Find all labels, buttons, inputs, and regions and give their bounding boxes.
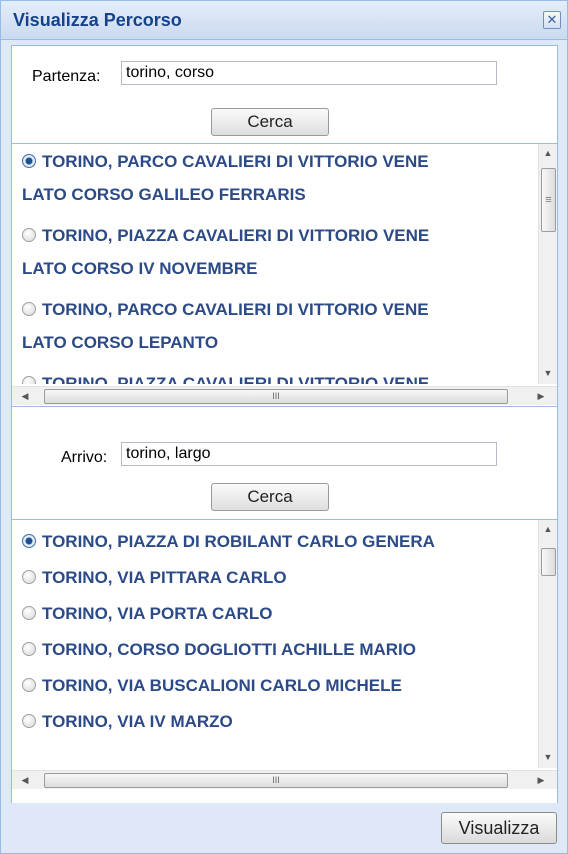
option-text: TORINO, VIA IV MARZO (42, 712, 233, 731)
visualizza-button[interactable]: Visualizza (441, 812, 557, 844)
radio-icon[interactable] (22, 714, 36, 728)
partenza-option[interactable]: TORINO, PIAZZA CAVALIERI DI VITTORIO VEN… (12, 218, 537, 292)
option-text: TORINO, PIAZZA DI ROBILANT CARLO GENERA (42, 532, 435, 551)
arrivo-option[interactable]: TORINO, VIA BUSCALIONI CARLO MICHELE (12, 668, 537, 704)
radio-icon[interactable] (22, 302, 36, 316)
arrivo-label: Arrivo: (61, 449, 108, 466)
form-panel: Partenza: Cerca TORINO, PARCO CAVALIERI … (11, 45, 558, 803)
scroll-right-icon[interactable]: ▶ (532, 771, 550, 789)
option-text: TORINO, VIA PORTA CARLO (42, 604, 273, 623)
scroll-thumb[interactable]: ≡ (541, 168, 556, 232)
arrivo-option[interactable]: TORINO, PIAZZA DI ROBILANT CARLO GENERA (12, 524, 537, 560)
option-text: TORINO, VIA BUSCALIONI CARLO MICHELE (42, 676, 402, 695)
arrivo-option[interactable]: TORINO, VIA PORTA CARLO (12, 596, 537, 632)
scroll-left-icon[interactable]: ◀ (16, 771, 34, 789)
radio-icon[interactable] (22, 570, 36, 584)
arrivo-option[interactable]: TORINO, VIA IV MARZO (12, 704, 537, 740)
partenza-search-button[interactable]: Cerca (211, 108, 329, 136)
arrivo-option[interactable]: TORINO, CORSO DOGLIOTTI ACHILLE MARIO (12, 632, 537, 668)
arrivo-results-list[interactable]: TORINO, PIAZZA DI ROBILANT CARLO GENERA … (12, 519, 557, 803)
partenza-input[interactable] (121, 61, 497, 85)
option-text: TORINO, CORSO DOGLIOTTI ACHILLE MARIO (42, 640, 416, 659)
option-text: TORINO, PARCO CAVALIERI DI VITTORIO VENE (42, 300, 429, 319)
arrivo-search-button[interactable]: Cerca (211, 483, 329, 511)
scroll-down-icon[interactable]: ▼ (539, 748, 557, 766)
radio-icon[interactable] (22, 678, 36, 692)
scroll-thumb[interactable]: III (44, 773, 508, 788)
scroll-right-icon[interactable]: ▶ (532, 387, 550, 405)
arrivo-option[interactable]: TORINO, VIA PITTARA CARLO (12, 560, 537, 596)
radio-icon[interactable] (22, 606, 36, 620)
partenza-label: Partenza: (32, 68, 101, 85)
option-text: TORINO, PIAZZA CAVALIERI DI VITTORIO VEN… (42, 374, 430, 384)
radio-icon[interactable] (22, 376, 36, 384)
option-text: TORINO, VIA PITTARA CARLO (42, 568, 287, 587)
scroll-down-icon[interactable]: ▼ (539, 364, 557, 382)
close-icon[interactable]: ✕ (543, 11, 561, 29)
partenza-option[interactable]: TORINO, PIAZZA CAVALIERI DI VITTORIO VEN… (12, 366, 537, 384)
option-text: TORINO, PARCO CAVALIERI DI VITTORIO VENE (42, 152, 429, 171)
arrivo-vertical-scrollbar[interactable]: ▲ ▼ (538, 520, 557, 768)
scroll-thumb[interactable]: III (44, 389, 508, 404)
radio-selected-icon[interactable] (22, 154, 36, 168)
partenza-results-content: TORINO, PARCO CAVALIERI DI VITTORIO VENE… (12, 144, 537, 384)
radio-icon[interactable] (22, 642, 36, 656)
option-text-line2: LATO CORSO LEPANTO (22, 333, 219, 352)
option-text: TORINO, PIAZZA CAVALIERI DI VITTORIO VEN… (42, 226, 430, 245)
option-text-line2: LATO CORSO GALILEO FERRARIS (22, 185, 306, 204)
radio-selected-icon[interactable] (22, 534, 36, 548)
option-text-line2: LATO CORSO IV NOVEMBRE (22, 259, 258, 278)
scroll-thumb[interactable] (541, 548, 556, 576)
arrivo-horizontal-scrollbar[interactable]: ◀ III ▶ (12, 770, 557, 789)
title-bar[interactable]: Visualizza Percorso ✕ (1, 1, 567, 40)
partenza-option[interactable]: TORINO, PARCO CAVALIERI DI VITTORIO VENE… (12, 144, 537, 218)
partenza-results-list[interactable]: TORINO, PARCO CAVALIERI DI VITTORIO VENE… (12, 143, 557, 407)
arrivo-results-content: TORINO, PIAZZA DI ROBILANT CARLO GENERA … (12, 520, 537, 769)
scroll-up-icon[interactable]: ▲ (539, 520, 557, 538)
scroll-left-icon[interactable]: ◀ (16, 387, 34, 405)
radio-icon[interactable] (22, 228, 36, 242)
partenza-horizontal-scrollbar[interactable]: ◀ III ▶ (12, 386, 557, 405)
scroll-up-icon[interactable]: ▲ (539, 144, 557, 162)
dialog-title: Visualizza Percorso (13, 10, 182, 30)
arrivo-input[interactable] (121, 442, 497, 466)
partenza-option[interactable]: TORINO, PARCO CAVALIERI DI VITTORIO VENE… (12, 292, 537, 366)
partenza-vertical-scrollbar[interactable]: ▲ ≡ ▼ (538, 144, 557, 384)
route-dialog: Visualizza Percorso ✕ Partenza: Cerca TO… (0, 0, 568, 854)
